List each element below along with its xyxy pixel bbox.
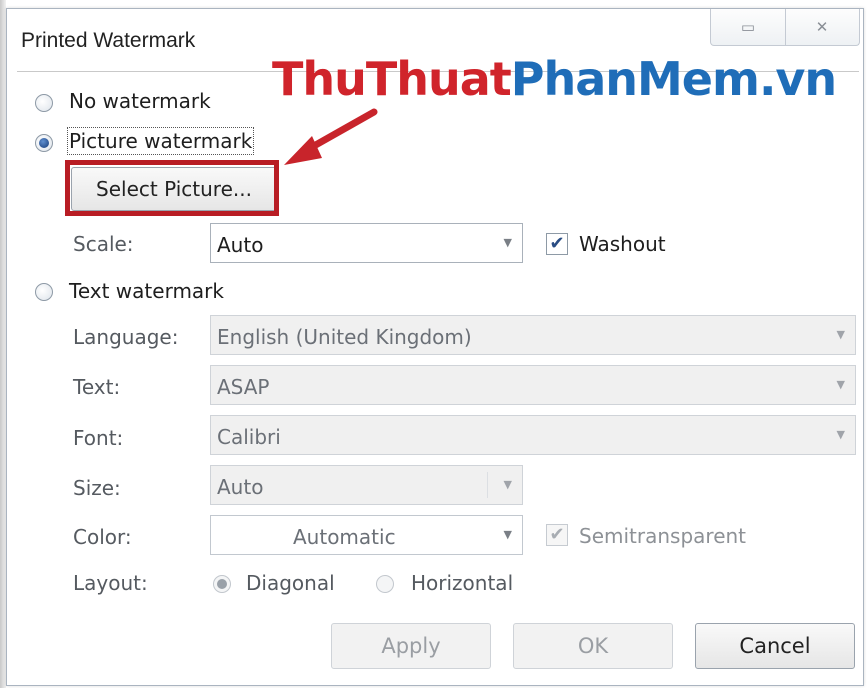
red-arrow-icon xyxy=(284,108,378,165)
